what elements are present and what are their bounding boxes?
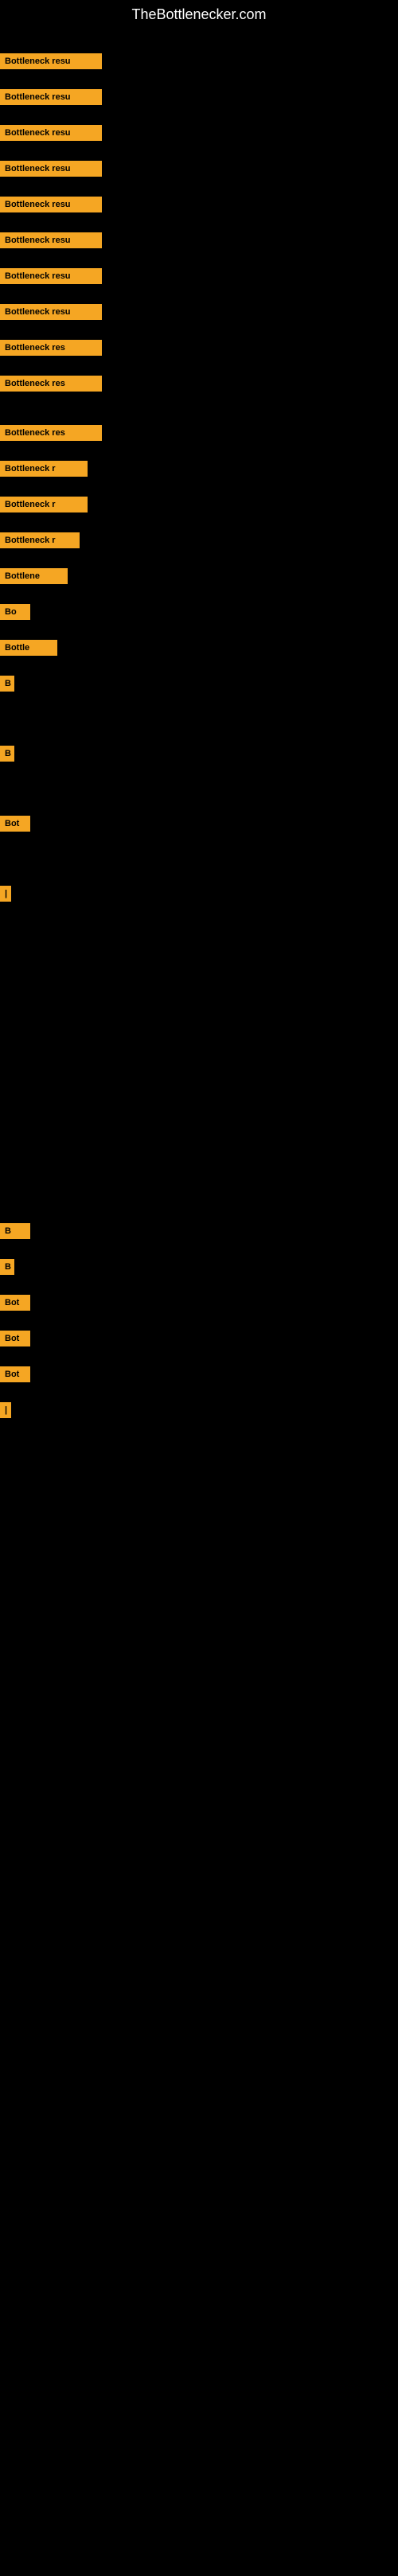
bar-label: Bottleneck resu [0,125,102,141]
bar-row: B [0,676,14,692]
bar-row: Bot [0,816,30,832]
bar-row: Bottleneck r [0,497,88,512]
bar-label: B [0,746,14,762]
bar-label: Bo [0,604,30,620]
bar-row: Bottleneck resu [0,232,102,248]
bar-row: Bot [0,1331,30,1346]
bar-row: Bottleneck resu [0,53,102,69]
bar-label: Bottlene [0,568,68,584]
bar-label: Bottleneck resu [0,268,102,284]
bar-label: Bottleneck resu [0,197,102,212]
bar-label: Bottleneck r [0,497,88,512]
bar-label: Bot [0,816,30,832]
bar-label: Bottleneck res [0,340,102,356]
bar-label: Bottleneck res [0,376,102,392]
bar-row: Bottleneck resu [0,268,102,284]
bar-row: Bo [0,604,30,620]
bar-row: B [0,1259,14,1275]
bar-row: Bottlene [0,568,68,584]
bar-row: Bottleneck resu [0,304,102,320]
bar-row: Bottle [0,640,57,656]
bar-row: | [0,886,11,902]
bar-row: Bottleneck resu [0,161,102,177]
bar-label: Bottleneck r [0,532,80,548]
bar-label: B [0,1259,14,1275]
bar-label: Bottleneck resu [0,161,102,177]
bar-row: Bottleneck resu [0,125,102,141]
bar-row: Bottleneck res [0,425,102,441]
bar-row: Bottleneck res [0,340,102,356]
bar-label: B [0,1223,30,1239]
site-title: TheBottlenecker.com [0,0,398,29]
bar-row: Bot [0,1295,30,1311]
bar-label: Bottleneck resu [0,232,102,248]
bar-label: Bottle [0,640,57,656]
bar-row: Bottleneck resu [0,197,102,212]
bar-row: Bot [0,1366,30,1382]
bar-label: Bottleneck r [0,461,88,477]
bar-label: B [0,676,14,692]
bar-row: B [0,1223,30,1239]
bar-label: | [0,1402,11,1418]
bar-label: Bot [0,1366,30,1382]
bar-label: Bot [0,1331,30,1346]
bar-row: Bottleneck r [0,532,80,548]
bar-label: Bottleneck resu [0,304,102,320]
bar-label: Bottleneck res [0,425,102,441]
bar-row: Bottleneck res [0,376,102,392]
bar-row: Bottleneck resu [0,89,102,105]
bar-row: Bottleneck r [0,461,88,477]
bar-label: Bot [0,1295,30,1311]
bar-row: B [0,746,14,762]
bar-label: Bottleneck resu [0,53,102,69]
bar-row: | [0,1402,11,1418]
bar-label: Bottleneck resu [0,89,102,105]
bar-label: | [0,886,11,902]
